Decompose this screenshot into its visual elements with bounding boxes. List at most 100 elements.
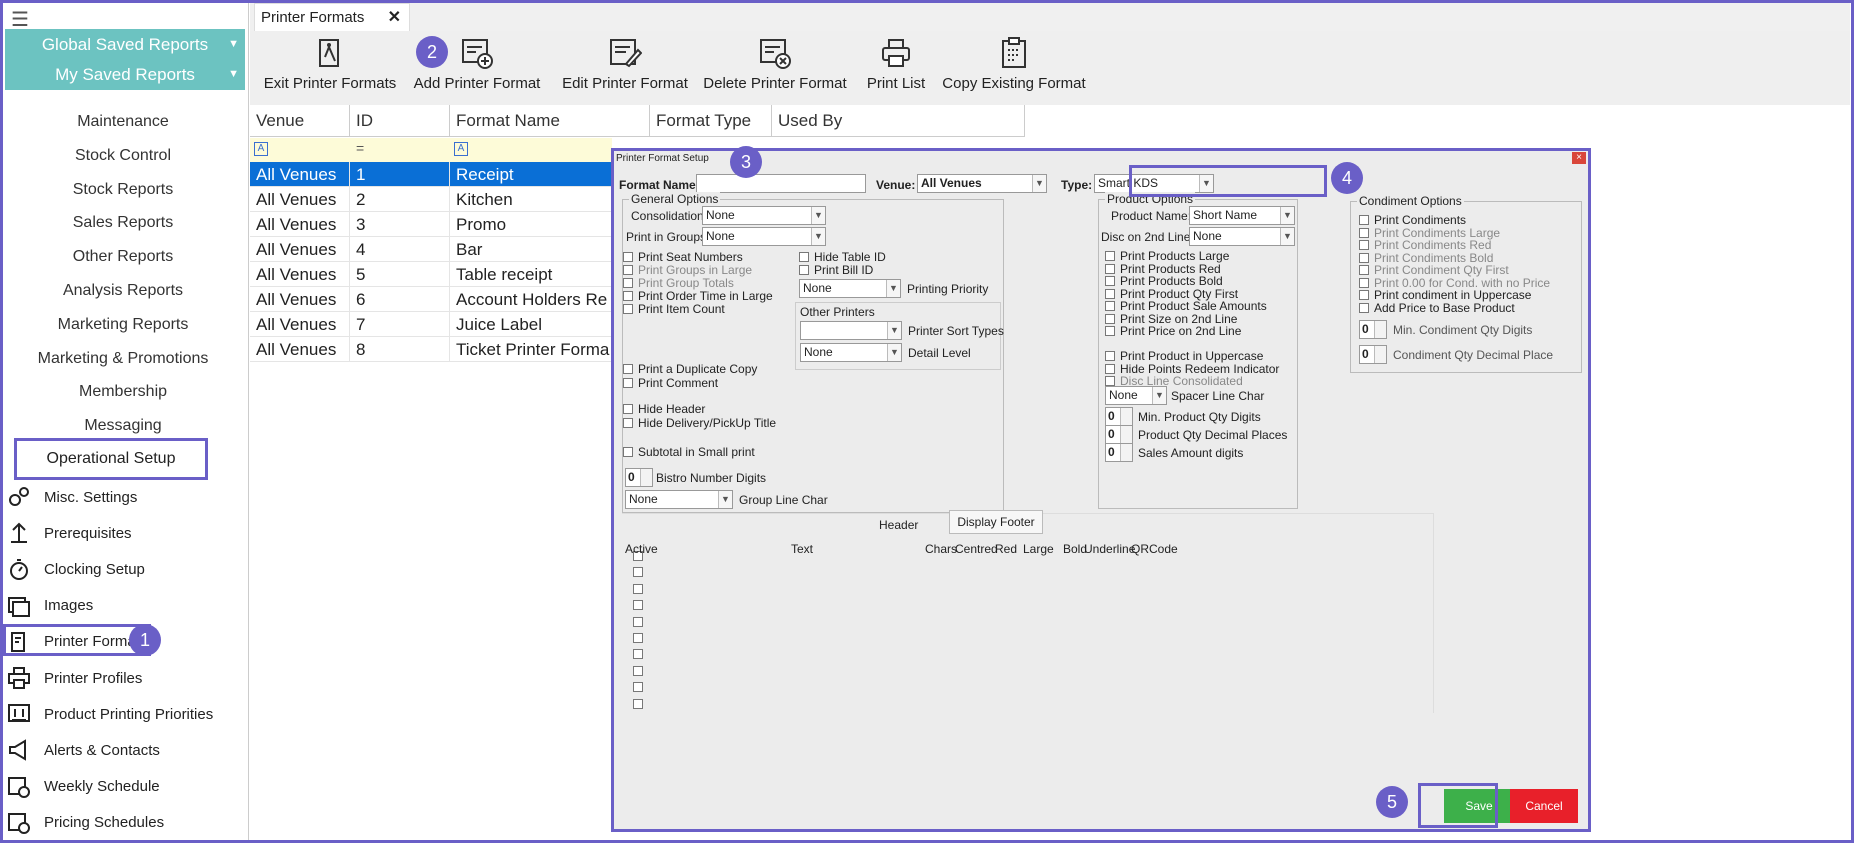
checkbox-box[interactable] (623, 264, 633, 275)
checkbox-print-condiment-qty-first[interactable]: Print Condiment Qty First (1359, 263, 1550, 277)
footer-active-checkbox[interactable] (633, 665, 643, 676)
checkbox-box[interactable] (623, 447, 633, 457)
checkbox-box[interactable] (1105, 313, 1115, 324)
checkbox-box[interactable] (1359, 277, 1369, 288)
edit-printer-format-button[interactable]: Edit Printer Format (555, 31, 695, 105)
checkbox-box[interactable] (1359, 227, 1369, 238)
footer-active-checkbox[interactable] (633, 567, 643, 578)
checkbox-print-0-00-for-cond-with-no-price[interactable]: Print 0.00 for Cond. with no Price (1359, 276, 1550, 290)
menu-item-other-reports[interactable]: Other Reports (3, 242, 243, 272)
checkbox-print-condiment-in-uppercase[interactable]: Print condiment in Uppercase (1359, 288, 1550, 302)
footer-active-checkbox[interactable] (633, 698, 643, 709)
sidebar-item-product-printing-priorities[interactable]: Product Printing Priorities (7, 699, 213, 729)
checkbox-box[interactable] (623, 251, 633, 262)
checkbox-box[interactable] (623, 277, 633, 288)
checkbox-box[interactable] (623, 378, 633, 388)
checkbox-box[interactable] (1105, 251, 1115, 262)
checkbox-box[interactable] (1359, 240, 1369, 251)
table-row[interactable]: All Venues 7 Juice Label (250, 312, 612, 337)
menu-item-marketing-promotions[interactable]: Marketing & Promotions (3, 344, 243, 374)
disc-2nd-line-select[interactable]: None ▼ (1189, 227, 1295, 246)
footer-active-checkbox[interactable] (633, 600, 643, 611)
checkbox-print-item-count[interactable]: Print Item Count (623, 302, 773, 316)
filter-equals-icon[interactable]: = (356, 140, 364, 156)
column-header-used-by[interactable]: Used By (772, 105, 1025, 137)
checkbox-box[interactable] (799, 251, 809, 262)
checkbox-box[interactable] (1359, 302, 1369, 313)
table-row[interactable]: All Venues 1 Receipt (250, 162, 612, 187)
sidebar-item-printer-formats[interactable]: Printer Formats (7, 627, 147, 657)
sidebar-item-misc-settings[interactable]: Misc. Settings (7, 482, 137, 512)
checkbox-print-products-red[interactable]: Print Products Red (1105, 262, 1267, 276)
checkbox-hide-points-redeem-indicator[interactable]: Hide Points Redeem Indicator (1105, 362, 1279, 376)
spinner-min-product-qty-digits[interactable]: 0 (1105, 407, 1133, 426)
tab-printer-formats[interactable]: Printer Formats ✕ (254, 3, 410, 31)
checkbox-print-a-duplicate-copy[interactable]: Print a Duplicate Copy (623, 362, 757, 376)
menu-item-sales-reports[interactable]: Sales Reports (3, 208, 243, 238)
column-header-venue[interactable]: Venue (250, 105, 350, 137)
checkbox-print-order-time-in-large[interactable]: Print Order Time in Large (623, 289, 773, 303)
menu-item-analysis-reports[interactable]: Analysis Reports (3, 276, 243, 306)
menu-item-operational-setup[interactable]: Operational Setup (14, 438, 208, 480)
checkbox-box[interactable] (1359, 290, 1369, 301)
checkbox-box[interactable] (623, 290, 633, 301)
checkbox-print-group-totals[interactable]: Print Group Totals (623, 276, 773, 290)
sidebar-item-printer-profiles[interactable]: Printer Profiles (7, 663, 142, 693)
table-row[interactable]: All Venues 4 Bar (250, 237, 612, 262)
sidebar-item-prerequisites[interactable]: Prerequisites (7, 518, 132, 548)
sidebar-item-weekly-schedule[interactable]: Weekly Schedule (7, 772, 160, 802)
global-saved-reports[interactable]: Global Saved Reports ▼ (5, 29, 245, 60)
checkbox-print-condiments-large[interactable]: Print Condiments Large (1359, 226, 1550, 240)
table-row[interactable]: All Venues 6 Account Holders Re (250, 287, 612, 312)
filter-text-icon[interactable]: A (254, 142, 268, 156)
print-list-button[interactable]: Print List (858, 31, 934, 105)
checkbox-box[interactable] (799, 264, 809, 275)
checkbox-print-product-sale-amounts[interactable]: Print Product Sale Amounts (1105, 299, 1267, 313)
footer-active-checkbox[interactable] (633, 583, 643, 594)
checkbox-box[interactable] (1105, 363, 1115, 374)
cancel-button[interactable]: Cancel (1510, 789, 1578, 823)
checkbox-print-size-on-2nd-line[interactable]: Print Size on 2nd Line (1105, 312, 1267, 326)
tab-display-footer[interactable]: Display Footer (949, 510, 1043, 534)
checkbox-box[interactable] (1105, 301, 1115, 312)
checkbox-print-seat-numbers[interactable]: Print Seat Numbers (623, 250, 773, 264)
close-icon[interactable]: ✕ (388, 4, 401, 32)
exit-printer-formats-button[interactable]: Exit Printer Formats (260, 31, 400, 105)
menu-item-messaging[interactable]: Messaging (3, 411, 243, 441)
spinner-condiment-qty-decimal-place[interactable]: 0 (1359, 345, 1387, 364)
spacer-line-char-select[interactable]: None ▼ (1105, 386, 1167, 405)
format-name-input[interactable] (696, 174, 866, 193)
my-saved-reports[interactable]: My Saved Reports ▼ (5, 59, 245, 90)
delete-printer-format-button[interactable]: Delete Printer Format (696, 31, 854, 105)
column-header-format-name[interactable]: Format Name (450, 105, 650, 137)
checkbox-print-condiments-red[interactable]: Print Condiments Red (1359, 238, 1550, 252)
bistro-number-digits-spinner[interactable]: 0 (625, 468, 653, 487)
checkbox-hide-header[interactable]: Hide Header (623, 402, 776, 416)
checkbox-print-product-qty-first[interactable]: Print Product Qty First (1105, 287, 1267, 301)
checkbox-box[interactable] (1359, 215, 1369, 226)
checkbox-print-condiments[interactable]: Print Condiments (1359, 213, 1550, 227)
footer-active-checkbox[interactable] (633, 682, 643, 693)
checkbox-print-price-on-2nd-line[interactable]: Print Price on 2nd Line (1105, 324, 1267, 338)
table-row[interactable]: All Venues 8 Ticket Printer Forma (250, 337, 612, 362)
product-name-select[interactable]: Short Name ▼ (1189, 206, 1295, 225)
spinner-min-condiment-qty-digits[interactable]: 0 (1359, 320, 1387, 339)
column-header-format-type[interactable]: Format Type (650, 105, 772, 137)
checkbox-box[interactable] (1105, 326, 1115, 337)
checkbox-box[interactable] (1105, 288, 1115, 299)
sidebar-item-alerts-contacts[interactable]: Alerts & Contacts (7, 735, 160, 765)
sidebar-item-images[interactable]: Images (7, 591, 93, 621)
checkbox-subtotal-in-small-print[interactable]: Subtotal in Small print (623, 445, 755, 459)
checkbox-box[interactable] (623, 364, 633, 374)
printing-priority-select[interactable]: None ▼ (799, 279, 901, 298)
hamburger-menu-icon[interactable]: ☰ (11, 10, 29, 30)
checkbox-print-products-large[interactable]: Print Products Large (1105, 249, 1267, 263)
print-in-groups-select[interactable]: None ▼ (702, 227, 826, 246)
menu-item-stock-control[interactable]: Stock Control (3, 141, 243, 171)
footer-active-checkbox[interactable] (633, 616, 643, 627)
checkbox-hide-delivery-pickup-title[interactable]: Hide Delivery/PickUp Title (623, 416, 776, 430)
checkbox-box[interactable] (1105, 376, 1115, 387)
checkbox-box[interactable] (623, 404, 633, 414)
consolidation-select[interactable]: None ▼ (702, 206, 826, 225)
checkbox-hide-table-id[interactable]: Hide Table ID (799, 250, 886, 264)
